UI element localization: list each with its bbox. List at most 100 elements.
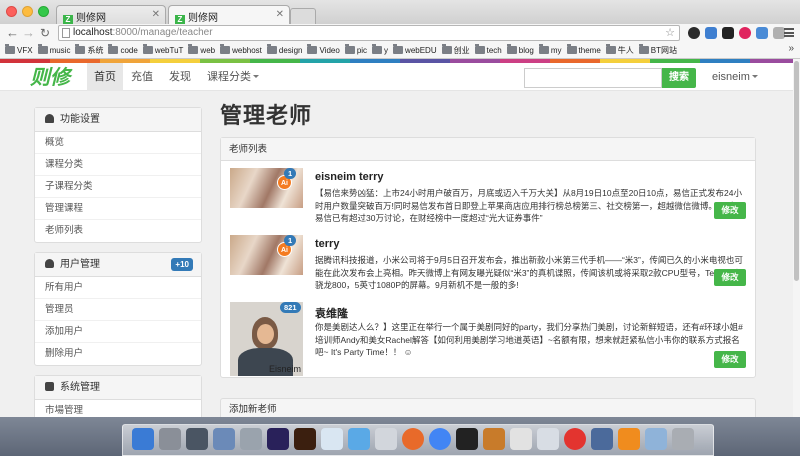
dock-app-icon[interactable] — [213, 428, 235, 450]
sidebar-item-all-users[interactable]: 所有用户 — [35, 277, 201, 299]
dock-app-icon[interactable] — [402, 428, 424, 450]
dock-app-icon[interactable] — [186, 428, 208, 450]
browser-tab[interactable]: Z 则修网 ✕ — [56, 5, 166, 25]
bookmark-label: webEDU — [405, 46, 437, 55]
sidebar-section-header[interactable]: 用户管理 +10 — [35, 253, 201, 277]
sidebar-item-manage-courses[interactable]: 管理课程 — [35, 198, 201, 220]
zoom-window-button[interactable] — [38, 6, 49, 17]
extension-red-icon[interactable] — [739, 27, 751, 39]
bookmark-label: 系统 — [87, 46, 104, 55]
sidebar-item-delete-user[interactable]: 删除用户 — [35, 343, 201, 365]
teacher-name[interactable]: terry — [315, 238, 339, 250]
sidebar-item-course-categories[interactable]: 课程分类 — [35, 154, 201, 176]
teacher-name[interactable]: 袁维隆 — [315, 305, 348, 321]
bookmark-folder[interactable]: webhost — [220, 42, 262, 58]
close-tab-icon[interactable]: ✕ — [152, 9, 160, 20]
sidebar-item-overview[interactable]: 概览 — [35, 132, 201, 154]
bookmark-folder[interactable]: 系统 — [75, 42, 104, 58]
page-scrollbar[interactable] — [793, 59, 800, 417]
url-path: :8000/manage/teacher — [112, 27, 213, 38]
bookmark-folder[interactable]: 创业 — [441, 42, 470, 58]
dock-app-icon[interactable] — [456, 428, 478, 450]
page-document-icon — [62, 28, 70, 38]
browser-tab-active[interactable]: Z 则修网 ✕ — [168, 5, 290, 25]
dock-app-icon[interactable] — [321, 428, 343, 450]
dock-app-icon[interactable] — [672, 428, 694, 450]
bookmark-folder[interactable]: pic — [344, 42, 367, 58]
forward-arrow-icon[interactable]: → — [22, 25, 35, 41]
back-arrow-icon[interactable]: ← — [6, 25, 19, 41]
extension-camera-icon[interactable] — [688, 27, 700, 39]
bookmark-folder[interactable]: webTuT — [142, 42, 183, 58]
edit-teacher-button[interactable]: 修改 — [714, 202, 746, 219]
bookmark-folder[interactable]: BT网站 — [638, 42, 677, 58]
nav-recharge[interactable]: 充值 — [124, 63, 160, 91]
bookmark-folder[interactable]: music — [37, 42, 70, 58]
dock-app-icon[interactable] — [537, 428, 559, 450]
reload-icon[interactable]: ↻ — [40, 25, 50, 41]
scrollbar-thumb[interactable] — [794, 61, 799, 281]
dock-app-icon[interactable] — [510, 428, 532, 450]
nav-course-categories[interactable]: 课程分类 — [200, 63, 266, 91]
extension-screen-icon[interactable] — [705, 27, 717, 39]
sidebar-section-title: 系统管理 — [60, 382, 100, 393]
folder-icon — [75, 44, 86, 54]
dock-app-icon[interactable] — [240, 428, 262, 450]
dock-app-icon[interactable] — [645, 428, 667, 450]
nav-home[interactable]: 首页 — [87, 63, 123, 91]
dock-app-icon[interactable] — [348, 428, 370, 450]
edit-teacher-button[interactable]: 修改 — [714, 269, 746, 286]
browser-menu-icon[interactable] — [784, 28, 794, 37]
address-bar[interactable]: localhost:8000/manage/teacher ☆ — [58, 25, 680, 41]
teacher-name[interactable]: eisneim terry — [315, 171, 383, 183]
sidebar-item-market[interactable]: 市場管理 — [35, 400, 201, 417]
extension-blue-icon[interactable] — [756, 27, 768, 39]
dock-app-icon[interactable] — [159, 428, 181, 450]
edit-teacher-button[interactable]: 修改 — [714, 351, 746, 368]
bookmark-folder[interactable]: my — [538, 42, 562, 58]
dock-app-icon[interactable] — [618, 428, 640, 450]
bookmark-star-icon[interactable]: ☆ — [665, 26, 675, 40]
briefcase-icon — [45, 382, 54, 391]
dock-app-icon[interactable] — [294, 428, 316, 450]
dock-app-icon[interactable] — [591, 428, 613, 450]
bookmark-folder[interactable]: Video — [307, 42, 340, 58]
page-title: 管理老师 — [220, 103, 313, 128]
close-window-button[interactable] — [6, 6, 17, 17]
site-logo[interactable]: 则修 — [30, 63, 70, 91]
nav-discover[interactable]: 发现 — [162, 63, 198, 91]
sidebar-item-admins[interactable]: 管理员 — [35, 299, 201, 321]
new-tab-button[interactable] — [290, 8, 316, 24]
teacher-row: Ai 1 eisneim terry 【易信来势凶猛：上市24小时用户破百万，月… — [221, 161, 755, 228]
sidebar-item-add-user[interactable]: 添加用户 — [35, 321, 201, 343]
bookmark-folder[interactable]: tech — [474, 42, 502, 58]
bookmark-folder[interactable]: 牛人 — [605, 42, 634, 58]
close-tab-icon[interactable]: ✕ — [276, 9, 284, 20]
dock-app-icon[interactable] — [564, 428, 586, 450]
sidebar-item-sub-categories[interactable]: 子课程分类 — [35, 176, 201, 198]
bookmark-folder[interactable]: theme — [566, 42, 601, 58]
search-button[interactable]: 搜索 — [662, 68, 696, 88]
bookmark-folder[interactable]: VFX — [5, 42, 33, 58]
bookmark-folder[interactable]: webEDU — [393, 42, 437, 58]
search-input[interactable] — [524, 68, 662, 88]
bookmark-folder[interactable]: blog — [506, 42, 534, 58]
dock-app-icon[interactable] — [132, 428, 154, 450]
dock-app-icon[interactable] — [429, 428, 451, 450]
bookmark-folder[interactable]: web — [188, 42, 215, 58]
dock-app-icon[interactable] — [483, 428, 505, 450]
dock-app-icon[interactable] — [267, 428, 289, 450]
dock-app-icon[interactable] — [375, 428, 397, 450]
bookmark-folder[interactable]: design — [266, 42, 302, 58]
sidebar-section-header[interactable]: 功能设置 — [35, 108, 201, 132]
bookmark-folder[interactable]: y — [372, 42, 388, 58]
extension-dark-icon[interactable] — [722, 27, 734, 39]
user-menu[interactable]: eisneim — [712, 63, 758, 91]
bookmarks-overflow-icon[interactable]: » — [788, 43, 794, 54]
bookmark-folder[interactable]: code — [108, 42, 138, 58]
sidebar-section-header[interactable]: 系统管理 — [35, 376, 201, 400]
teacher-description: 你是美剧达人么？】这里正在举行一个属于美剧同好的party，我们分享热门美剧，讨… — [315, 322, 743, 357]
sidebar-item-teacher-list[interactable]: 老师列表 — [35, 220, 201, 242]
minimize-window-button[interactable] — [22, 6, 33, 17]
teacher-photo[interactable]: Eisneim — [230, 302, 303, 376]
